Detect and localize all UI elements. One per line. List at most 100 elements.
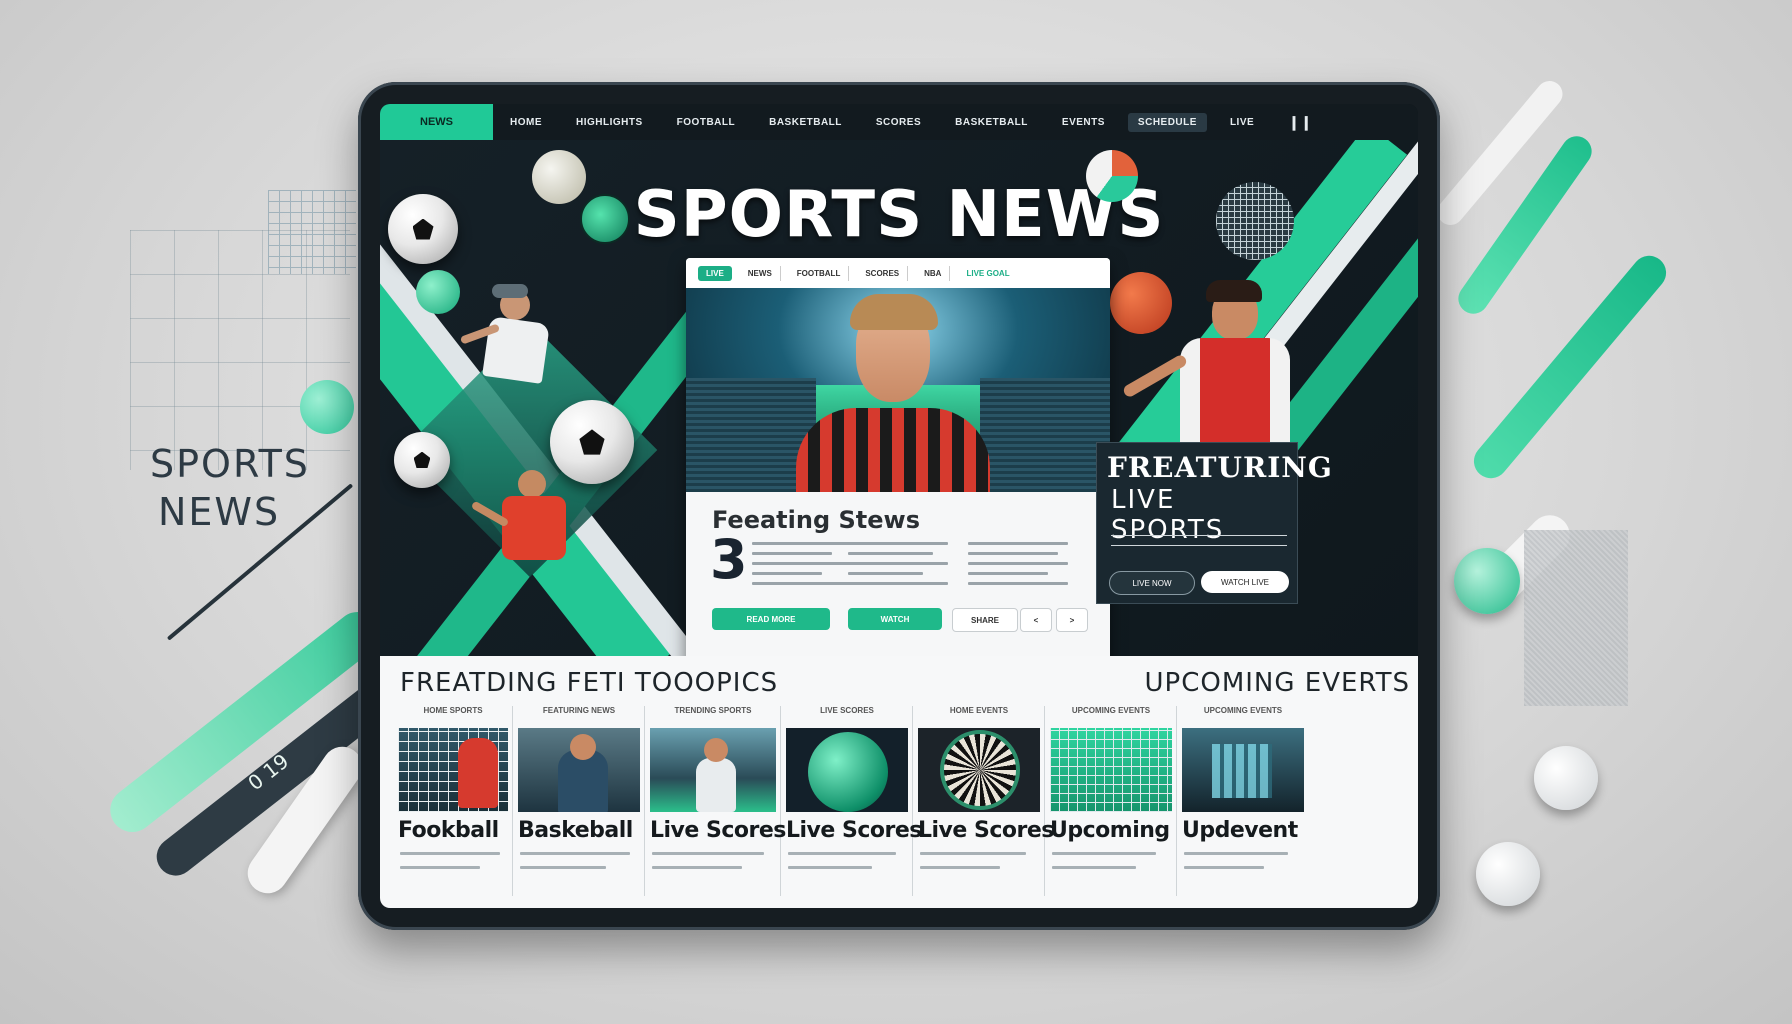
- topic-card-label: Live Scores: [918, 818, 1054, 843]
- topic-card-image: [1182, 728, 1304, 812]
- noise-panel-right: [1524, 530, 1628, 706]
- article-tab-nba[interactable]: NBA: [916, 265, 951, 281]
- player-figure: [458, 738, 498, 808]
- dartboard-icon: [940, 730, 1020, 810]
- topic-card-line: [400, 866, 480, 869]
- topic-card-image: [650, 728, 776, 812]
- side-title-line2: NEWS: [158, 490, 281, 534]
- article-text-col-2: [848, 542, 948, 592]
- topic-card-image: [1050, 728, 1172, 812]
- topic-card-image: [918, 728, 1040, 812]
- article-tab-live-goal[interactable]: LIVE GOAL: [958, 266, 1017, 281]
- player-cheering-image: [1120, 280, 1320, 442]
- soccer-ball-icon: [388, 194, 458, 264]
- nav-item-football[interactable]: FOOTBALL: [660, 117, 752, 128]
- article-tab-live[interactable]: LIVE: [698, 265, 732, 281]
- prev-button[interactable]: <: [1020, 608, 1052, 632]
- nav-item-scores[interactable]: SCORES: [859, 117, 938, 128]
- menu-icon[interactable]: ❙❙: [1271, 114, 1329, 131]
- featuring-divider-2: [1111, 545, 1287, 546]
- topic-card-tag: HOME EVENTS: [949, 706, 1009, 715]
- side-title: SPORTS NEWS: [150, 440, 310, 536]
- topic-card-line: [400, 852, 500, 855]
- soccer-ball-icon-3: [394, 432, 450, 488]
- nav-item-events[interactable]: EVENTS: [1045, 117, 1122, 128]
- topics-section: FREATDING FETI TOOOPICS UPCOMING EVERTS …: [380, 656, 1418, 908]
- topic-card-label: Baskeball: [518, 818, 633, 843]
- featuring-title: FREATURING: [1107, 451, 1333, 484]
- topic-card-line: [920, 866, 1000, 869]
- featured-article-card[interactable]: LIVE NEWS FOOTBALL SCORES NBA LIVE GOAL …: [686, 258, 1110, 666]
- topic-card-tag: UPCOMING EVENTS: [1203, 706, 1283, 715]
- featuring-subtitle: LIVE SPORTS: [1111, 485, 1225, 545]
- topic-card-updevent[interactable]: UPCOMING EVENTS Updevent: [1178, 706, 1308, 896]
- topic-card-label: Updevent: [1182, 818, 1298, 843]
- topic-card-tag: TRENDING SPORTS: [674, 706, 752, 715]
- player-kicking-image: [459, 284, 570, 410]
- topic-card-line: [1184, 852, 1288, 855]
- green-ball-icon: [416, 270, 460, 314]
- player-head: [570, 734, 596, 760]
- upcoming-events-heading: UPCOMING EVERTS: [1144, 668, 1410, 698]
- next-button[interactable]: >: [1056, 608, 1088, 632]
- article-number: 3: [710, 528, 748, 591]
- live-now-button[interactable]: LIVE NOW: [1109, 571, 1195, 595]
- nav-item-basketball[interactable]: BASKETBALL: [752, 117, 859, 128]
- topic-card-live-scores-1[interactable]: TRENDING SPORTS Live Scores: [646, 706, 786, 896]
- tennis-ball-right: [1454, 548, 1520, 614]
- topic-card-line: [520, 852, 630, 855]
- topic-card-basketball[interactable]: FEATURING NEWS Baskeball: [514, 706, 645, 896]
- share-button[interactable]: SHARE: [952, 608, 1018, 632]
- player-portrait-hair: [850, 294, 938, 330]
- article-text-col-3: [968, 542, 1068, 592]
- read-more-button[interactable]: READ MORE: [712, 608, 830, 630]
- background-wireframe: [130, 230, 350, 470]
- topic-card-line: [920, 852, 1026, 855]
- watch-button[interactable]: WATCH: [848, 608, 942, 630]
- hero-banner: SPORTS NEWS LIVE NEWS FOOTBALL SCORES NB…: [380, 140, 1418, 666]
- nav-item-home[interactable]: HOME: [493, 117, 559, 128]
- nav-item-news[interactable]: NEWS: [380, 104, 493, 140]
- topic-card-upcoming[interactable]: UPCOMING EVENTS Upcoming: [1046, 706, 1177, 896]
- nav-item-live[interactable]: LIVE: [1213, 117, 1271, 128]
- topic-card-label: Fookball: [398, 818, 499, 843]
- baseball-right-2: [1476, 842, 1540, 906]
- topic-card-label: Live Scores: [786, 818, 922, 843]
- nav-item-schedule[interactable]: SCHEDULE: [1127, 112, 1207, 132]
- topic-card-image: [786, 728, 908, 812]
- topic-card-tag: FEATURING NEWS: [542, 706, 616, 715]
- player-figure: [696, 758, 736, 812]
- topic-card-football[interactable]: HOME SPORTS Fookball: [394, 706, 513, 896]
- side-title-line1: SPORTS: [150, 442, 310, 486]
- topic-card-line: [652, 852, 764, 855]
- topic-card-tag: HOME SPORTS: [423, 706, 483, 715]
- topic-card-tag: UPCOMING EVENTS: [1071, 706, 1151, 715]
- article-text-col-1: [752, 542, 852, 592]
- topic-card-line: [788, 866, 872, 869]
- beachball-icon: [1086, 150, 1138, 202]
- net-ball-icon: [1216, 182, 1294, 260]
- topic-card-line: [788, 852, 896, 855]
- nav-item-highlights[interactable]: HIGHLIGHTS: [559, 117, 660, 128]
- article-tab-football[interactable]: FOOTBALL: [789, 265, 850, 281]
- watch-live-button[interactable]: WATCH LIVE: [1201, 571, 1289, 593]
- screen-display: [1212, 744, 1272, 798]
- article-tab-news[interactable]: NEWS: [740, 265, 781, 281]
- nav-item-basketball-2[interactable]: BASKETBALL: [938, 117, 1045, 128]
- green-emblem-icon: [580, 194, 630, 244]
- baseball-right: [1534, 746, 1598, 810]
- topic-card-tag: LIVE SCORES: [820, 706, 874, 715]
- article-tab-scores[interactable]: SCORES: [857, 265, 909, 281]
- topic-card-image: [518, 728, 640, 812]
- featuring-divider: [1111, 535, 1287, 536]
- stripe-green-right-1: [1452, 130, 1598, 320]
- topic-card-live-scores-2[interactable]: LIVE SCORES Live Scores: [782, 706, 922, 896]
- featuring-live-box: FREATURING LIVE SPORTS LIVE NOW WATCH LI…: [1096, 442, 1332, 604]
- topic-card-line: [652, 866, 742, 869]
- player-head: [704, 738, 728, 762]
- stadium-stands-right: [980, 378, 1110, 492]
- trending-topics-heading: FREATDING FETI TOOOPICS: [400, 668, 779, 698]
- tablet-screen: NEWS HOME HIGHLIGHTS FOOTBALL BASKETBALL…: [380, 104, 1418, 908]
- topic-card-live-scores-3[interactable]: HOME EVENTS Live Scores: [914, 706, 1054, 896]
- topic-card-line: [520, 866, 606, 869]
